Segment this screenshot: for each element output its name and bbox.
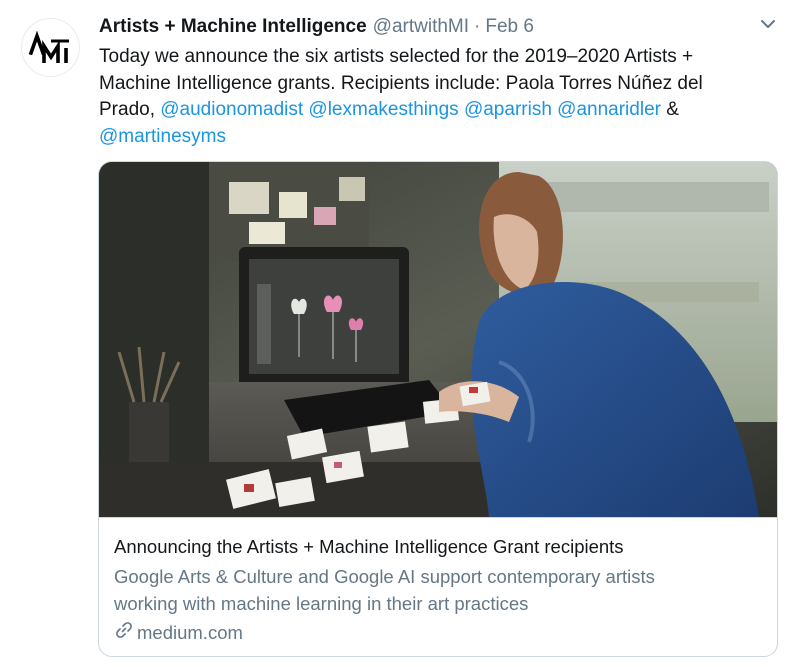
link-icon [114,620,137,646]
card-description: Google Arts & Culture and Google AI supp… [114,566,655,614]
mention-martinesyms[interactable]: @martinesyms [99,126,226,147]
tweet-date[interactable]: Feb 6 [485,14,534,40]
author-name[interactable]: Artists + Machine Intelligence [99,14,367,40]
link-card[interactable]: Announcing the Artists + Machine Intelli… [98,161,778,657]
card-divider [99,517,777,518]
ampersand: & [666,99,679,120]
card-image[interactable] [99,162,777,517]
mention-lexmakesthings[interactable]: @lexmakesthings [308,99,458,120]
tweet-text: Today we announce the six artists select… [99,44,759,150]
card-domain[interactable]: medium.com [114,620,243,646]
separator-dot: · [474,16,481,37]
chevron-down-icon[interactable] [760,17,776,29]
mention-annaridler[interactable]: @annaridler [557,99,661,120]
mention-audionomadist[interactable]: @audionomadist [160,99,303,120]
author-handle[interactable]: @artwithMI [373,14,469,40]
card-title[interactable]: Announcing the Artists + Machine Intelli… [114,535,764,559]
card-domain-text: medium.com [137,622,243,643]
mention-aparrish[interactable]: @aparrish [464,99,552,120]
tweet-header: Artists + Machine Intelligence @artwithM… [99,14,534,40]
ami-logo [28,30,69,63]
avatar[interactable] [21,18,80,77]
tweet[interactable]: Artists + Machine Intelligence @artwithM… [0,0,799,667]
